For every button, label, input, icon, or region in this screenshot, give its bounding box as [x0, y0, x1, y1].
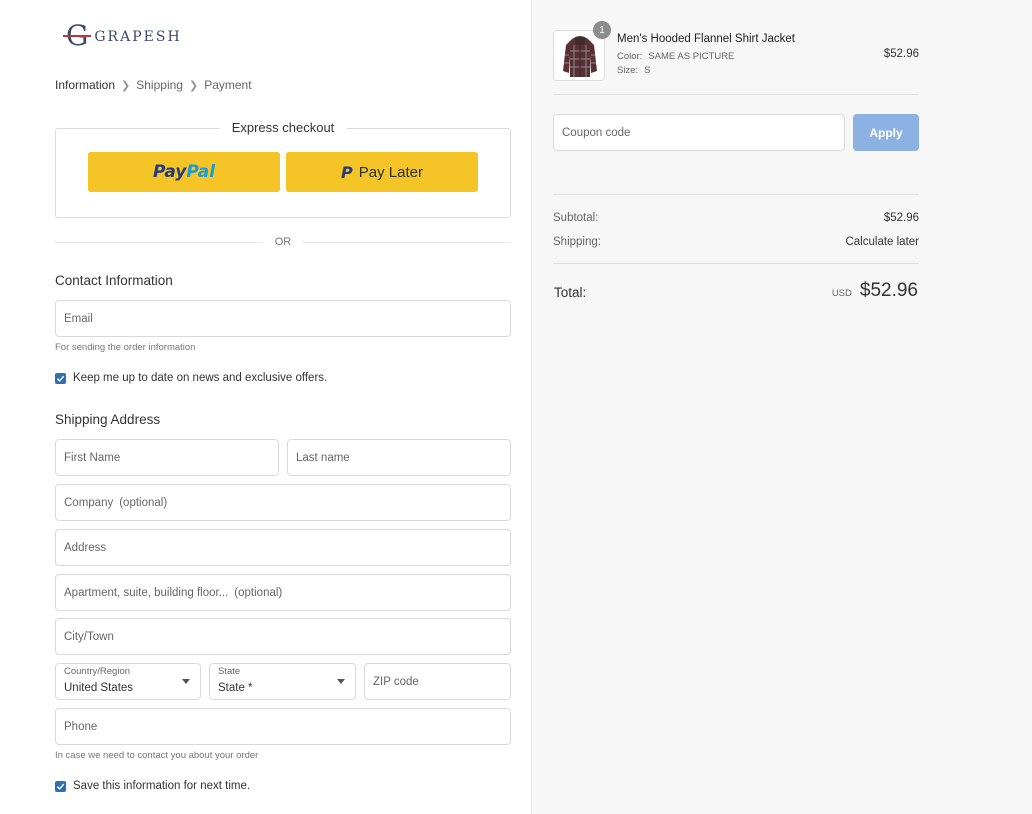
shipping-row: Shipping: Calculate later — [553, 236, 919, 248]
shipping-value: Calculate later — [845, 236, 919, 248]
save-info-label: Save this information for next time. — [73, 780, 251, 792]
newsletter-checkbox[interactable] — [55, 372, 66, 384]
breadcrumb-information[interactable]: Information — [55, 78, 115, 92]
chevron-right-icon: ❯ — [121, 79, 131, 92]
size-key: Size: — [617, 65, 639, 76]
total-amount: USD $52.96 — [832, 280, 918, 302]
or-label: OR — [274, 236, 292, 248]
paypal-logo: PayPal — [152, 162, 216, 182]
breadcrumb-shipping[interactable]: Shipping — [136, 78, 183, 92]
zip-code-field[interactable]: ZIP code — [364, 663, 511, 700]
state-label: State — [218, 666, 241, 677]
save-info-option[interactable]: Save this information for next time. — [55, 780, 250, 792]
email-field[interactable]: Email — [55, 300, 511, 337]
checkout-form-panel: G GRAPESH Information ❯ Shipping ❯ Payme… — [0, 0, 531, 814]
chevron-right-icon: ❯ — [188, 79, 199, 92]
phone-helper-text: In case we need to contact you about you… — [55, 750, 259, 761]
divider — [553, 94, 919, 95]
apartment-optional-label: (optional) — [234, 586, 283, 599]
product-title: Men's Hooded Flannel Shirt Jacket — [617, 33, 795, 45]
apartment-placeholder: Apartment, suite, building floor... — [64, 586, 229, 599]
product-color: Color: SAME AS PICTURE — [617, 51, 734, 62]
express-checkout-box: Express checkout PayPal P Pay Later — [55, 120, 511, 218]
total-value: $52.96 — [859, 280, 918, 301]
paypal-button[interactable]: PayPal — [88, 152, 280, 192]
coupon-code-input[interactable]: Coupon code — [553, 114, 845, 151]
newsletter-option[interactable]: Keep me up to date on news and exclusive… — [55, 372, 327, 384]
company-optional-label: (optional) — [119, 496, 168, 509]
state-value: State * — [218, 682, 253, 694]
cart-line-item: 1 Men's Hooded Flannel Shirt Jacket Colo… — [553, 21, 919, 82]
express-checkout-title: Express checkout — [219, 120, 347, 135]
breadcrumb-payment[interactable]: Payment — [204, 78, 251, 92]
newsletter-label: Keep me up to date on news and exclusive… — [73, 372, 328, 384]
paypal-p-icon: P — [341, 162, 353, 182]
chevron-down-icon — [337, 679, 345, 684]
logo-mark-icon: G — [63, 22, 92, 50]
subtotal-label: Subtotal: — [553, 212, 599, 224]
apartment-field[interactable]: Apartment, suite, building floor... (opt… — [55, 574, 511, 611]
divider — [553, 194, 919, 195]
brand-logo[interactable]: G GRAPESH — [63, 22, 182, 50]
address-field[interactable]: Address — [55, 529, 511, 566]
quantity-badge: 1 — [593, 21, 611, 39]
country-select[interactable]: Country/Region United States — [55, 663, 201, 700]
apply-coupon-button[interactable]: Apply — [853, 114, 919, 151]
product-size: Size: S — [617, 65, 650, 76]
first-name-field[interactable]: First Name — [55, 439, 279, 476]
city-field[interactable]: City/Town — [55, 618, 511, 655]
color-value: SAME AS PICTURE — [648, 51, 735, 62]
product-price: $52.96 — [883, 48, 919, 60]
breadcrumb: Information ❯ Shipping ❯ Payment — [55, 78, 252, 92]
city-placeholder: City/Town — [64, 630, 114, 643]
country-value: United States — [64, 682, 134, 694]
subtotal-row: Subtotal: $52.96 — [553, 212, 919, 224]
checkmark-icon — [56, 375, 65, 382]
last-name-placeholder: Last name — [296, 451, 350, 464]
paypal-pay-later-button[interactable]: P Pay Later — [286, 152, 478, 192]
phone-field[interactable]: Phone — [55, 708, 511, 745]
subtotal-value: $52.96 — [883, 212, 919, 224]
shipping-address-heading: Shipping Address — [55, 412, 161, 427]
shipping-label: Shipping: — [553, 236, 601, 248]
zip-code-placeholder: ZIP code — [373, 675, 419, 688]
chevron-down-icon — [182, 679, 190, 684]
order-summary-panel: 1 Men's Hooded Flannel Shirt Jacket Colo… — [531, 0, 1032, 814]
country-label: Country/Region — [64, 666, 131, 677]
contact-information-heading: Contact Information — [55, 273, 173, 288]
or-divider: OR — [55, 234, 511, 250]
coupon-placeholder: Coupon code — [562, 126, 631, 139]
color-key: Color: — [617, 51, 643, 62]
total-currency: USD — [831, 288, 852, 299]
pay-later-label: Pay Later — [358, 163, 423, 181]
divider — [553, 263, 919, 264]
size-value: S — [644, 65, 651, 76]
last-name-field[interactable]: Last name — [287, 439, 511, 476]
total-label: Total: — [554, 285, 587, 300]
address-placeholder: Address — [64, 541, 107, 554]
email-placeholder: Email — [64, 312, 93, 325]
phone-placeholder: Phone — [64, 720, 98, 733]
company-placeholder: Company — [64, 496, 114, 509]
save-info-checkbox[interactable] — [55, 780, 66, 792]
brand-name: GRAPESH — [94, 29, 182, 45]
checkmark-icon — [56, 783, 65, 790]
email-helper-text: For sending the order information — [55, 342, 196, 353]
state-select[interactable]: State State * — [209, 663, 356, 700]
first-name-placeholder: First Name — [64, 451, 121, 464]
company-field[interactable]: Company (optional) — [55, 484, 511, 521]
